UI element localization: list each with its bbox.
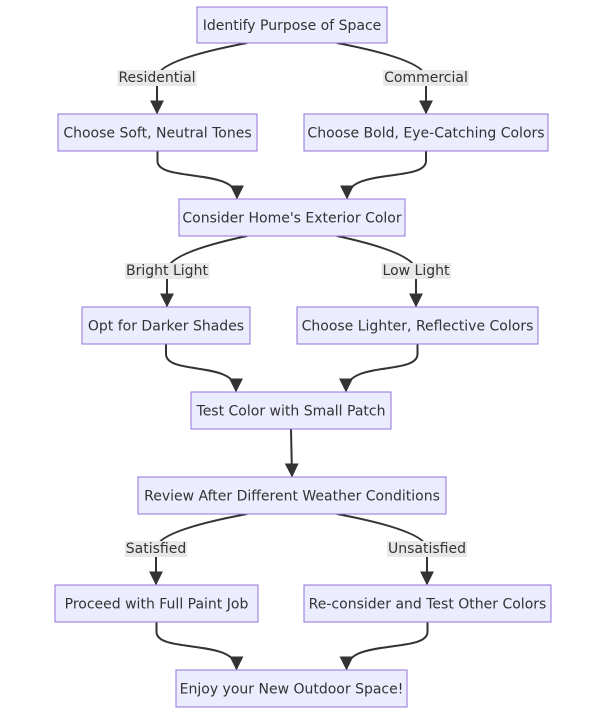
node-label: Choose Lighter, Reflective Colors (302, 319, 534, 335)
node-F: Choose Lighter, Reflective Colors (296, 306, 539, 345)
node-label: Enjoy your New Outdoor Space! (180, 682, 404, 698)
node-K: Enjoy your New Outdoor Space! (175, 669, 408, 708)
edge-label-text: Unsatisfied (388, 541, 466, 557)
node-label: Proceed with Full Paint Job (65, 597, 249, 613)
edge-label-text: Low Light (383, 263, 450, 279)
node-label: Choose Soft, Neutral Tones (63, 126, 251, 142)
node-B: Choose Soft, Neutral Tones (57, 113, 258, 152)
node-label: Test Color with Small Patch (196, 404, 386, 420)
edge-label-text: Commercial (384, 70, 468, 86)
edge-J-K (339, 622, 429, 671)
node-I: Proceed with Full Paint Job (54, 584, 259, 623)
node-label: Review After Different Weather Condition… (144, 489, 440, 505)
node-label: Identify Purpose of Space (203, 18, 382, 34)
node-label: Consider Home's Exterior Color (182, 211, 401, 227)
edge-C-D (340, 151, 427, 200)
node-E: Opt for Darker Shades (81, 306, 251, 345)
node-G: Test Color with Small Patch (190, 391, 392, 430)
edge-B-D (156, 151, 244, 200)
edge-label: Satisfied (124, 541, 188, 557)
edge-E-G (165, 344, 243, 393)
edge-label: Low Light (381, 263, 451, 279)
edge-label-text: Residential (118, 70, 195, 86)
node-D: Consider Home's Exterior Color (178, 198, 406, 237)
edge-label: Commercial (383, 70, 469, 86)
node-label: Choose Bold, Eye-Catching Colors (307, 126, 544, 142)
node-J: Re-consider and Test Other Colors (303, 584, 552, 623)
edge-label-text: Satisfied (126, 541, 186, 557)
flowchart: Residential Commercial Bright Light Low Lig… (54, 6, 552, 708)
node-label: Opt for Darker Shades (88, 319, 244, 335)
edge-G-H (284, 428, 299, 478)
edge-label-text: Bright Light (126, 263, 208, 279)
edge-label: Residential (117, 70, 197, 86)
edge-F-G (339, 344, 419, 393)
node-label: Re-consider and Test Other Colors (309, 597, 547, 613)
node-C: Choose Bold, Eye-Catching Colors (303, 113, 549, 152)
edge-label: Bright Light (125, 263, 210, 279)
node-H: Review After Different Weather Condition… (137, 476, 447, 515)
edge-label: Unsatisfied (387, 541, 467, 557)
node-A: Identify Purpose of Space (196, 6, 388, 44)
edge-I-K (155, 622, 244, 671)
